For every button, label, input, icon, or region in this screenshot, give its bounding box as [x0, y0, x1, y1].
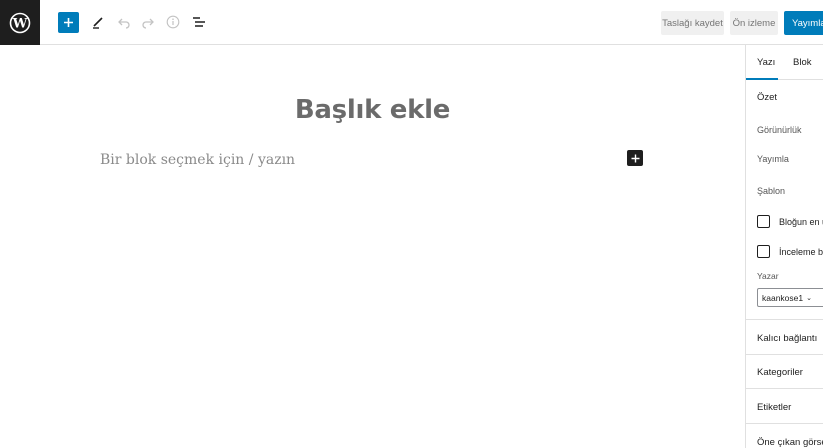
editor-canvas: Başlık ekle Bir blok seçmek için / yazın — [0, 45, 745, 448]
pending-review-checkbox[interactable] — [757, 245, 770, 258]
divider — [746, 423, 823, 424]
summary-heading[interactable]: Özet — [757, 92, 777, 103]
save-draft-button[interactable]: Taslağı kaydet — [661, 11, 724, 35]
publish-date-label: Yayımla — [757, 154, 789, 164]
author-select[interactable]: kaankose1 ⌄ — [757, 288, 823, 307]
svg-text:W: W — [12, 16, 28, 31]
preview-button[interactable]: Ön izleme — [730, 11, 778, 35]
author-label: Yazar — [757, 271, 779, 281]
tab-post[interactable]: Yazı — [757, 57, 775, 68]
info-icon[interactable] — [165, 14, 181, 30]
author-select-value: kaankose1 — [762, 292, 804, 303]
block-placeholder[interactable]: Bir blok seçmek için / yazın — [100, 152, 295, 168]
chevron-down-icon: ⌄ — [806, 294, 812, 302]
add-block-button[interactable] — [58, 12, 79, 33]
featured-image-panel-toggle[interactable]: Öne çıkan görsel — [757, 437, 823, 448]
template-label: Şablon — [757, 186, 786, 196]
sticky-checkbox[interactable] — [757, 215, 770, 228]
redo-icon[interactable] — [140, 14, 156, 30]
post-title-input[interactable]: Başlık ekle — [0, 95, 745, 125]
undo-icon[interactable] — [116, 14, 132, 30]
categories-panel-toggle[interactable]: Kategoriler — [757, 367, 803, 378]
plus-icon — [631, 154, 639, 162]
pending-review-label: İnceleme bekliyor — [779, 247, 823, 257]
visibility-label: Görünürlük — [757, 125, 802, 135]
pencil-icon[interactable] — [90, 14, 106, 30]
editor-header: W Taslağı kaydet Ön izleme Yayımla — [0, 0, 823, 45]
sidebar-tabs: Yazı Blok — [746, 45, 823, 80]
tab-block[interactable]: Blok — [793, 57, 811, 68]
divider — [746, 354, 823, 355]
list-view-icon[interactable] — [191, 14, 207, 30]
tags-panel-toggle[interactable]: Etiketler — [757, 402, 791, 413]
divider — [746, 388, 823, 389]
divider — [746, 319, 823, 320]
inline-add-block-button[interactable] — [627, 150, 643, 166]
publish-button[interactable]: Yayımla — [784, 11, 823, 35]
active-tab-indicator — [746, 78, 778, 80]
plus-icon — [64, 18, 73, 27]
settings-sidebar: Yazı Blok Özet Görünürlük Yayımla Şablon… — [745, 45, 823, 448]
permalink-panel-toggle[interactable]: Kalıcı bağlantı — [757, 333, 817, 344]
sticky-checkbox-label: Bloğun en üstüne sabitle — [779, 217, 823, 227]
wordpress-logo-icon[interactable]: W — [0, 0, 40, 45]
